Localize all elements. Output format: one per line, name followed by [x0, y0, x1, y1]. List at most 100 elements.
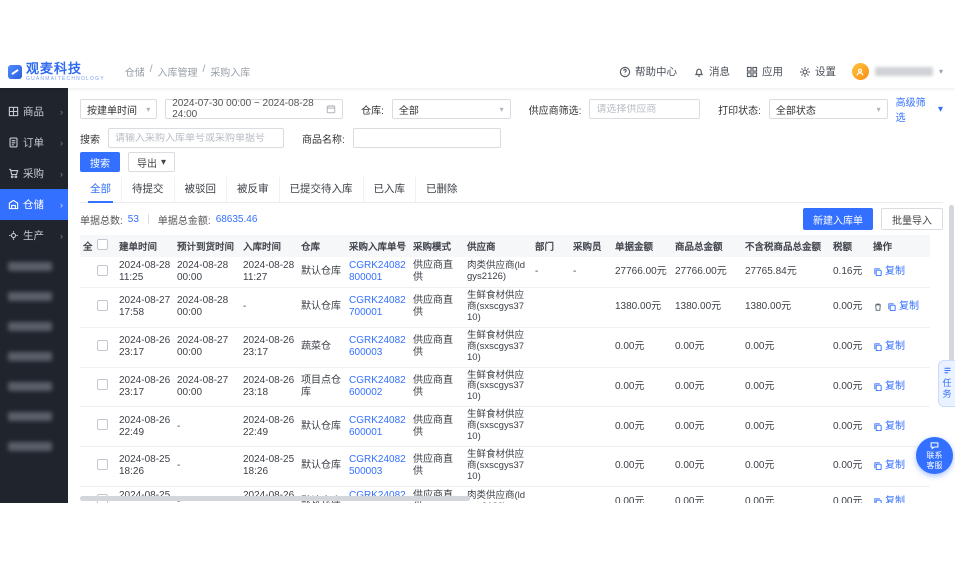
copy-button[interactable]: 复制 [887, 301, 919, 313]
column-header[interactable]: 不含税商品总金额 [742, 235, 830, 257]
help-center-button[interactable]: 帮助中心 [619, 64, 677, 79]
column-header[interactable]: 部门 [532, 235, 570, 257]
sidebar-item-redacted[interactable] [0, 251, 68, 281]
search-label: 搜索 [80, 131, 100, 146]
table-row[interactable]: 2024-08-28 11:25 2024-08-28 00:00 2024-0… [80, 257, 930, 288]
sidebar-item-production[interactable]: 生产 › [0, 220, 68, 251]
create-inbound-button[interactable]: 新建入库单 [803, 208, 873, 230]
horizontal-scrollbar[interactable] [80, 496, 470, 501]
copy-button[interactable]: 复制 [873, 460, 905, 472]
warehouse-select[interactable]: 全部 ▾ [392, 99, 511, 119]
breadcrumb-item[interactable]: 仓储 [125, 64, 145, 79]
cell-warehouse: 默认仓库 [298, 407, 346, 447]
table-row[interactable]: 2024-08-25 18:26 - 2024-08-25 18:26 默认仓库… [80, 447, 930, 487]
sidebar-item-redacted[interactable] [0, 431, 68, 461]
export-button[interactable]: 导出 ▾ [128, 152, 175, 172]
messages-button[interactable]: 消息 [693, 64, 730, 79]
row-checkbox[interactable] [97, 459, 108, 470]
cell-warehouse: 默认仓库 [298, 447, 346, 487]
column-header[interactable]: 单据金额 [612, 235, 672, 257]
print-status-select[interactable]: 全部状态 ▾ [769, 99, 888, 119]
sidebar-item-redacted[interactable] [0, 341, 68, 371]
column-header[interactable]: 税额 [830, 235, 870, 257]
sidebar-item-warehouse[interactable]: 仓储 › [0, 189, 68, 220]
column-header[interactable]: 供应商 [464, 235, 532, 257]
cell-expected-time: - [174, 407, 240, 447]
sidebar-item-redacted[interactable] [0, 281, 68, 311]
column-header[interactable]: 预计到货时间 [174, 235, 240, 257]
order-number-link[interactable]: CGRK24082600001 [346, 407, 410, 447]
supplier-filter-input[interactable] [596, 104, 693, 115]
status-tab[interactable]: 已提交待入库 [279, 177, 363, 202]
table-row[interactable]: 2024-08-26 23:17 2024-08-27 00:00 2024-0… [80, 367, 930, 407]
column-header[interactable]: 采购模式 [410, 235, 464, 257]
order-number-link[interactable]: CGRK24082700001 [346, 288, 410, 328]
row-checkbox[interactable] [97, 300, 108, 311]
select-all-checkbox[interactable] [97, 239, 108, 250]
cell-department [532, 486, 570, 503]
vertical-scrollbar[interactable] [949, 205, 954, 375]
row-checkbox[interactable] [97, 379, 108, 390]
copy-button[interactable]: 复制 [873, 266, 905, 278]
redacted-text [8, 412, 52, 421]
user-menu[interactable]: ▾ [852, 63, 943, 80]
status-tab[interactable]: 已删除 [415, 177, 468, 202]
status-tab[interactable]: 待提交 [121, 177, 174, 202]
row-checkbox[interactable] [97, 340, 108, 351]
row-checkbox[interactable] [97, 265, 108, 276]
gear-icon [799, 66, 811, 78]
column-header[interactable]: 操作 [870, 235, 930, 257]
copy-button[interactable]: 复制 [873, 421, 905, 433]
delete-icon[interactable] [873, 302, 883, 312]
copy-button[interactable]: 复制 [873, 341, 905, 353]
breadcrumb-item[interactable]: 入库管理 [158, 64, 198, 79]
cell-purchase-mode: 供应商直供 [410, 288, 464, 328]
order-search-input[interactable] [115, 133, 277, 144]
warehouse-icon [8, 199, 19, 210]
column-header[interactable]: 建单时间 [116, 235, 174, 257]
date-type-select[interactable]: 按建单时间 ▾ [80, 99, 157, 119]
brand-name: 观麦科技 [26, 62, 105, 75]
cell-buyer [570, 288, 612, 328]
product-name-label: 商品名称: [302, 131, 345, 146]
status-tab[interactable]: 全部 [80, 177, 121, 202]
sidebar-item-purchase[interactable]: 采购 › [0, 158, 68, 189]
column-header[interactable]: 商品总金额 [672, 235, 742, 257]
copy-button[interactable]: 复制 [873, 496, 905, 503]
column-header[interactable]: 采购员 [570, 235, 612, 257]
order-number-link[interactable]: CGRK24082600002 [346, 367, 410, 407]
status-tab[interactable]: 已入库 [363, 177, 416, 202]
table-row[interactable]: 2024-08-26 23:17 2024-08-27 00:00 2024-0… [80, 327, 930, 367]
apps-button[interactable]: 应用 [746, 64, 783, 79]
customer-service-button[interactable]: 联系客服 [916, 437, 953, 474]
status-tab[interactable]: 被驳回 [174, 177, 227, 202]
advanced-filter-button[interactable]: 高级筛选 ▾ [896, 94, 943, 124]
sidebar-item-redacted[interactable] [0, 371, 68, 401]
column-header[interactable]: 仓库 [298, 235, 346, 257]
sidebar-item-label: 商品 [23, 104, 44, 119]
cell-supplier: 生鲜食材供应商(sxscgys3710) [464, 447, 532, 487]
status-tab[interactable]: 被反审 [226, 177, 279, 202]
task-drawer-tab[interactable]: 任务 [938, 360, 955, 407]
copy-button[interactable]: 复制 [873, 381, 905, 393]
sidebar-item-redacted[interactable] [0, 401, 68, 431]
date-range-picker[interactable]: 2024-07-30 00:00 ~ 2024-08-28 24:00 [165, 99, 343, 119]
sidebar-item-orders[interactable]: 订单 › [0, 127, 68, 158]
redacted-text [8, 292, 52, 301]
sidebar-item-goods[interactable]: 商品 › [0, 96, 68, 127]
order-number-link[interactable]: CGRK24082600003 [346, 327, 410, 367]
settings-button[interactable]: 设置 [799, 64, 836, 79]
table-row[interactable]: 2024-08-27 17:58 2024-08-28 00:00 - 默认仓库… [80, 288, 930, 328]
order-number-link[interactable]: CGRK24082500003 [346, 447, 410, 487]
sidebar-item-redacted[interactable] [0, 311, 68, 341]
column-header[interactable]: 采购入库单号 [346, 235, 410, 257]
search-button[interactable]: 搜索 [80, 152, 120, 172]
table-row[interactable]: 2024-08-26 22:49 - 2024-08-26 22:49 默认仓库… [80, 407, 930, 447]
batch-import-button[interactable]: 批量导入 [881, 208, 943, 230]
logo[interactable]: 观麦科技 GUANMAITECHNOLOGY [8, 62, 105, 82]
column-header[interactable]: 入库时间 [240, 235, 298, 257]
tab-label: 已提交待入库 [290, 183, 353, 195]
product-name-input[interactable] [360, 133, 494, 144]
row-checkbox[interactable] [97, 419, 108, 430]
order-number-link[interactable]: CGRK24082800001 [346, 257, 410, 288]
